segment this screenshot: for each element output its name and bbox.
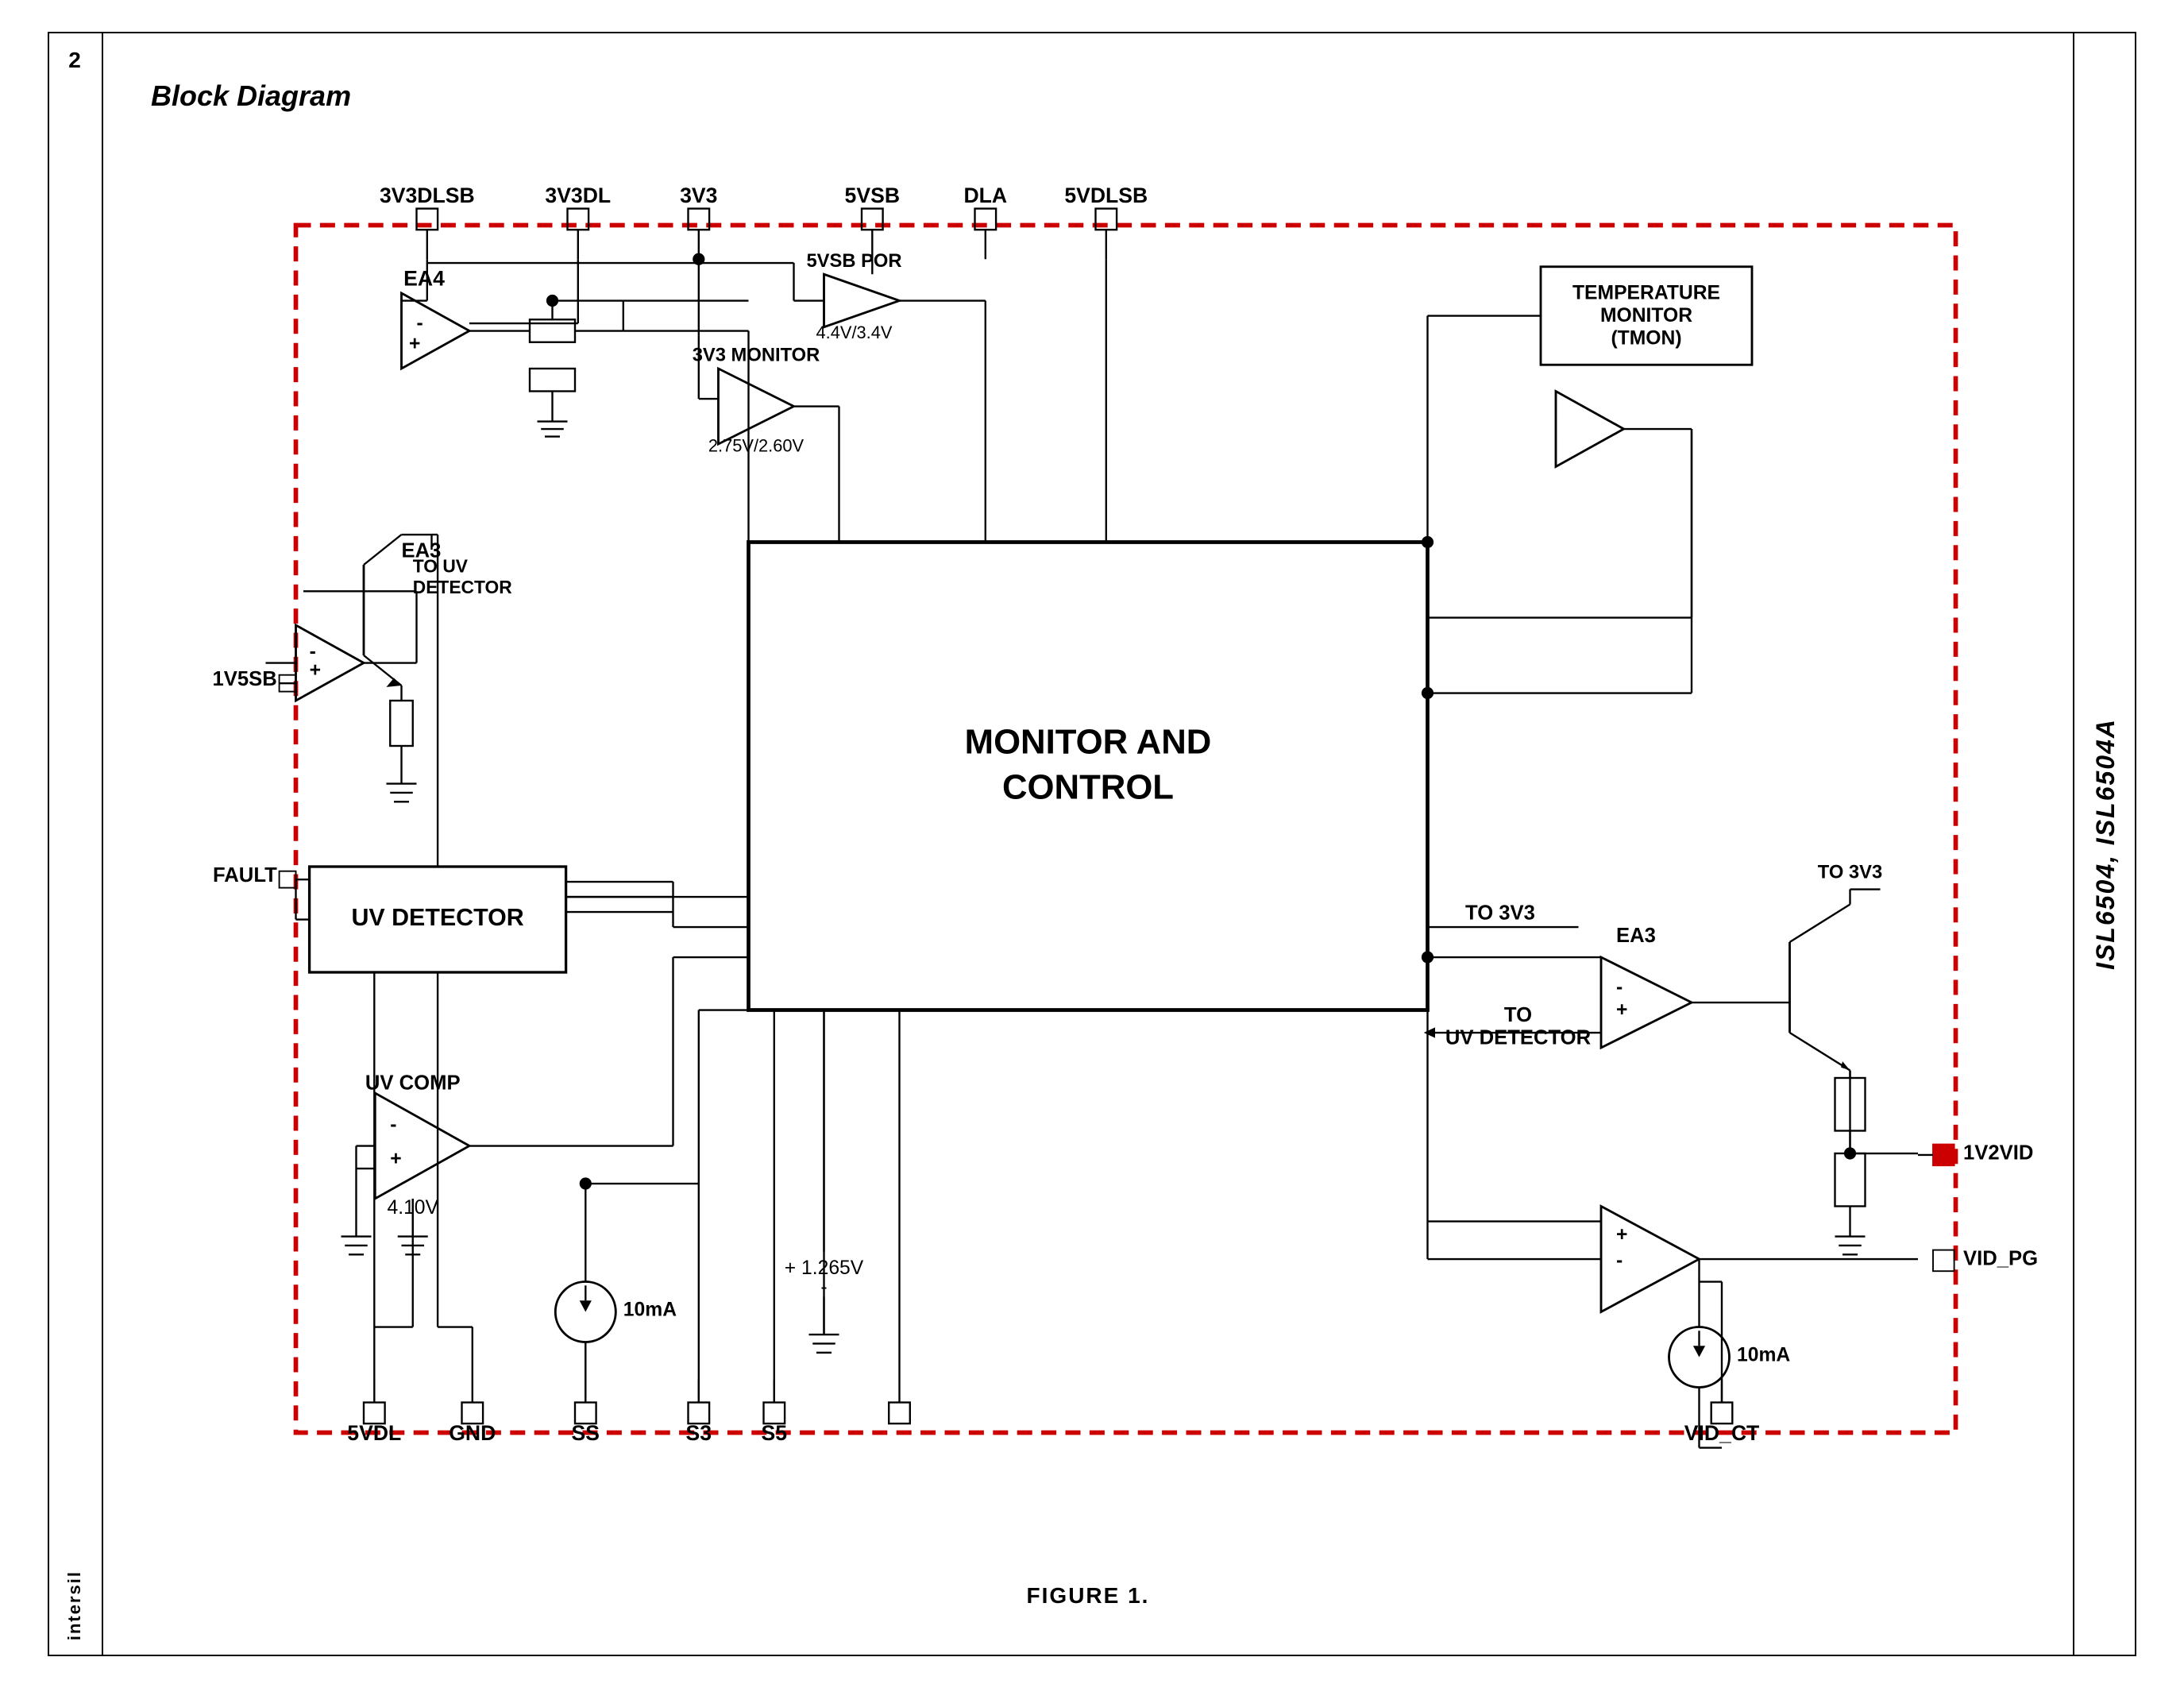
page-number: 2 (68, 48, 81, 73)
svg-text:3V3DLSB: 3V3DLSB (380, 183, 475, 207)
svg-text:1V2VID: 1V2VID (1963, 1142, 2033, 1165)
svg-text:TO UV: TO UV (413, 556, 469, 577)
svg-text:5VDLSB: 5VDLSB (1064, 183, 1148, 207)
svg-text:+: + (310, 660, 321, 682)
svg-text:+: + (409, 333, 420, 354)
svg-text:(TMON): (TMON) (1611, 328, 1681, 350)
svg-text:-: - (1616, 977, 1623, 999)
right-sidebar: ISL6504, ISL6504A (2073, 32, 2136, 1656)
svg-text:-: - (1616, 1250, 1623, 1272)
svg-text:S3: S3 (686, 1421, 712, 1445)
svg-text:2.75V/2.60V: 2.75V/2.60V (708, 436, 805, 456)
svg-text:GND: GND (449, 1421, 496, 1445)
svg-text:MONITOR: MONITOR (1600, 305, 1692, 326)
svg-text:-: - (390, 1114, 396, 1136)
svg-text:MONITOR AND: MONITOR AND (965, 723, 1212, 762)
intersil-logo: intersil (64, 1570, 85, 1640)
page-title: Block Diagram (151, 79, 351, 113)
svg-text:UV COMP: UV COMP (365, 1072, 461, 1094)
svg-text:TO 3V3: TO 3V3 (1465, 902, 1535, 925)
svg-text:+: + (390, 1148, 401, 1169)
svg-text:3V3DL: 3V3DL (545, 183, 611, 207)
svg-text:+: + (1616, 999, 1627, 1021)
svg-text:4.4V/3.4V: 4.4V/3.4V (816, 323, 893, 342)
svg-text:DLA: DLA (963, 183, 1007, 207)
svg-text:5VSB: 5VSB (845, 183, 900, 207)
svg-text:10mA: 10mA (1737, 1344, 1790, 1365)
svg-text:UV DETECTOR: UV DETECTOR (1445, 1026, 1591, 1049)
svg-text:UV DETECTOR: UV DETECTOR (351, 904, 523, 931)
svg-text:10mA: 10mA (623, 1299, 677, 1320)
svg-text:TO: TO (1504, 1004, 1532, 1026)
svg-text:S5: S5 (762, 1421, 788, 1445)
svg-text:3V3 MONITOR: 3V3 MONITOR (693, 345, 820, 366)
svg-text:5VDL: 5VDL (347, 1421, 401, 1445)
svg-text:+: + (1616, 1224, 1627, 1246)
svg-text:FAULT: FAULT (213, 864, 277, 886)
svg-text:5VSB POR: 5VSB POR (806, 250, 901, 272)
svg-text:-: - (417, 313, 423, 334)
svg-text:DETECTOR: DETECTOR (413, 577, 512, 597)
svg-text:1V5SB: 1V5SB (213, 668, 277, 690)
svg-text:EA3: EA3 (1616, 925, 1656, 947)
svg-text:VID_CT: VID_CT (1684, 1421, 1760, 1445)
svg-text:SS: SS (572, 1421, 600, 1445)
svg-text:TO 3V3: TO 3V3 (1818, 861, 1882, 883)
svg-text:EA4: EA4 (403, 267, 445, 291)
main-content: Block Diagram 3V3DLSB 3V3DL 3V3 5VSB (103, 32, 2073, 1656)
left-sidebar: 2 intersil (48, 32, 103, 1656)
svg-text:TEMPERATURE: TEMPERATURE (1572, 283, 1720, 304)
chip-name: ISL6504, ISL6504A (2091, 718, 2120, 970)
svg-text:CONTROL: CONTROL (1002, 768, 1174, 807)
svg-text:VID_PG: VID_PG (1963, 1248, 2038, 1270)
figure-caption: FIGURE 1. (1027, 1583, 1150, 1609)
svg-text:3V3: 3V3 (680, 183, 717, 207)
block-diagram: 3V3DLSB 3V3DL 3V3 5VSB DLA 5VDLSB (127, 127, 2049, 1561)
